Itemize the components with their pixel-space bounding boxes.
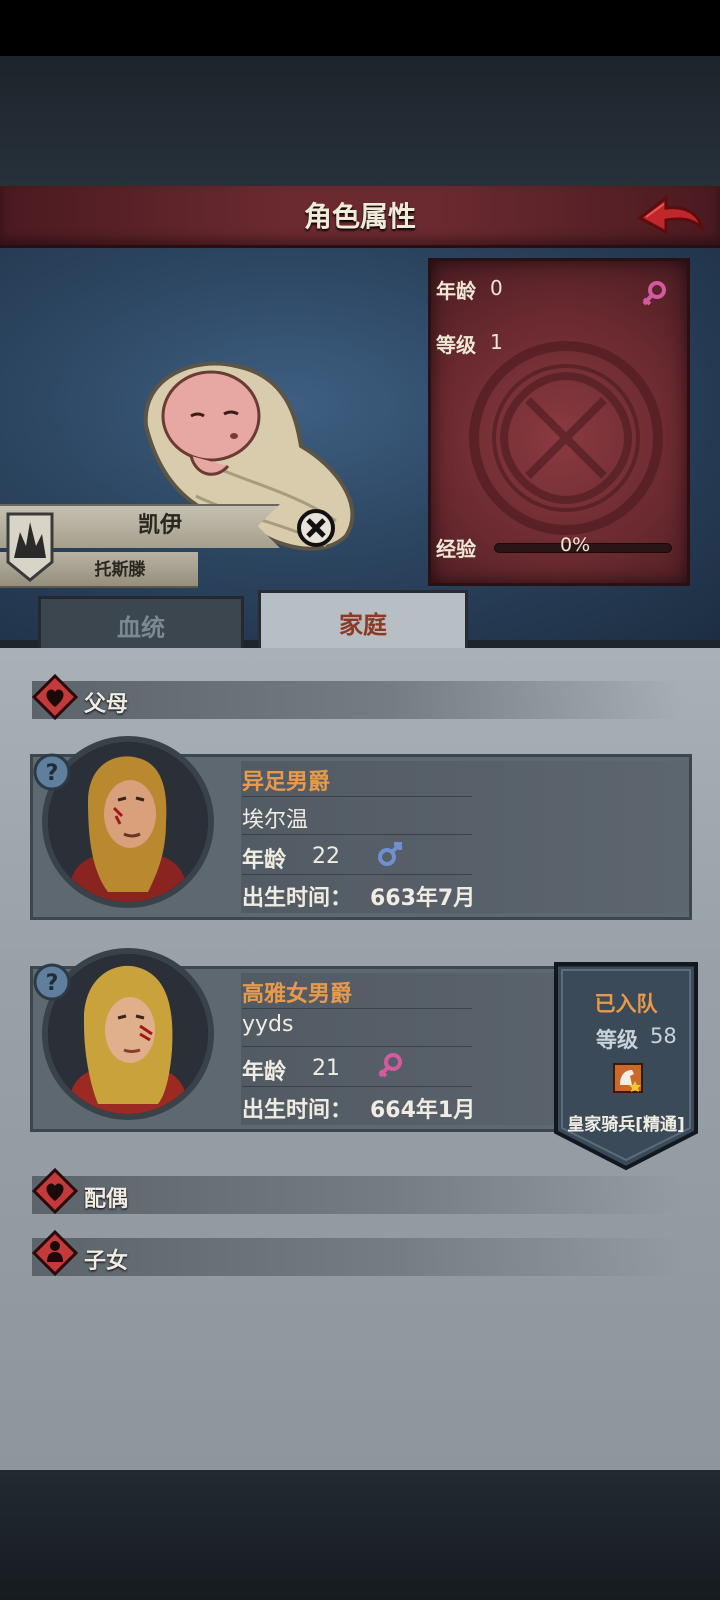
svg-text:?: ? [46, 761, 59, 786]
mother-name: yyds [242, 1012, 294, 1037]
mother-birth-label: 出生时间： [242, 1098, 353, 1123]
divider [242, 796, 472, 797]
father-age: 22 [312, 844, 340, 869]
heart-icon [32, 1168, 78, 1214]
age-value: 0 [490, 276, 503, 300]
level-label: 等级 [436, 333, 476, 357]
father-age-label: 年龄 [242, 848, 287, 873]
divider [242, 834, 472, 835]
heart-icon [32, 674, 78, 720]
section-children-label: 子女 [84, 1249, 129, 1274]
question-icon[interactable]: ? [32, 962, 72, 1002]
house-crest-icon [6, 512, 54, 582]
divider [242, 1086, 472, 1087]
celtic-knot-icon [469, 341, 663, 535]
mother-title: 高雅女男爵 [242, 982, 353, 1007]
top-backdrop [0, 56, 720, 186]
divider [242, 1046, 472, 1047]
male-icon [378, 842, 402, 866]
section-spouse-bar [32, 1176, 684, 1214]
header-bar: 角色属性 [0, 186, 720, 248]
level-value: 1 [490, 330, 503, 354]
mother-age-label: 年龄 [242, 1060, 287, 1085]
section-parents-label: 父母 [84, 692, 129, 717]
party-level-label: 等级 [596, 1028, 638, 1052]
section-parents-bar [32, 681, 684, 719]
xp-percent: 0% [560, 534, 591, 556]
father-birth-label: 出生时间： [242, 886, 353, 911]
back-arrow-icon[interactable] [636, 192, 706, 242]
mother-birth: 664年1月 [370, 1098, 476, 1123]
section-spouse-label: 配偶 [84, 1187, 129, 1212]
father-name: 埃尔温 [242, 808, 309, 833]
party-level: 58 [650, 1024, 677, 1048]
child-icon [32, 1230, 78, 1276]
bottom-backdrop [0, 1470, 720, 1600]
divider [242, 874, 472, 875]
character-name: 凯伊 [137, 513, 182, 538]
xp-label: 经验 [436, 537, 476, 561]
section-children-bar [32, 1238, 684, 1276]
page-title: 角色属性 [303, 200, 416, 233]
dismiss-icon[interactable] [296, 508, 336, 548]
cavalry-icon [613, 1063, 643, 1093]
tab-family[interactable]: 家庭 [258, 590, 468, 654]
mother-age: 21 [312, 1056, 340, 1081]
age-label: 年龄 [436, 279, 476, 303]
party-status: 已入队 [594, 992, 658, 1016]
character-house: 托斯滕 [94, 560, 146, 580]
divider [242, 1008, 472, 1009]
svg-text:?: ? [46, 971, 59, 996]
father-birth: 663年7月 [370, 886, 476, 911]
father-title: 异足男爵 [242, 770, 331, 795]
party-class: 皇家骑兵[精通] [567, 1115, 685, 1135]
female-icon [378, 1053, 402, 1078]
female-icon [642, 281, 666, 306]
tab-bloodline[interactable]: 血统 [38, 596, 244, 654]
question-icon[interactable]: ? [32, 752, 72, 792]
